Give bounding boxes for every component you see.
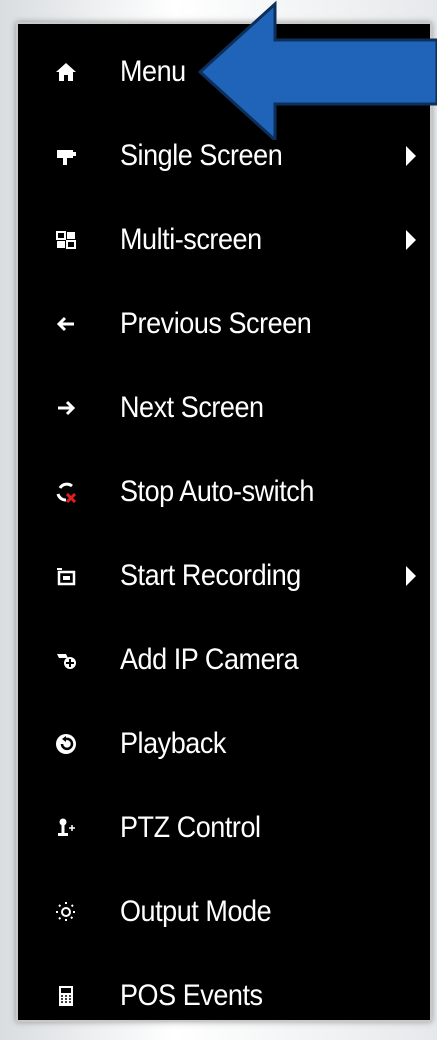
menu-item-label: Start Recording: [120, 559, 301, 592]
menu-item-label: Multi-screen: [120, 223, 262, 256]
menu-item-label: POS Events: [120, 979, 263, 1012]
home-icon: [52, 58, 80, 86]
menu-item-ptz-control[interactable]: PTZ Control: [18, 798, 430, 858]
arrow-right-icon: [52, 394, 80, 422]
menu-item-menu[interactable]: Menu: [18, 42, 430, 102]
submenu-arrow-icon: [406, 230, 416, 250]
menu-item-label: Stop Auto-switch: [120, 475, 314, 508]
arrow-left-icon: [52, 310, 80, 338]
menu-item-previous-screen[interactable]: Previous Screen: [18, 294, 430, 354]
menu-item-label: Next Screen: [120, 391, 264, 424]
pos-icon: [52, 982, 80, 1010]
menu-item-single-screen[interactable]: Single Screen: [18, 126, 430, 186]
menu-item-label: PTZ Control: [120, 811, 261, 844]
menu-item-playback[interactable]: Playback: [18, 714, 430, 774]
menu-item-label: Menu: [120, 55, 186, 88]
menu-item-label: Previous Screen: [120, 307, 312, 340]
camera-icon: [52, 142, 80, 170]
multiscreen-icon: [52, 226, 80, 254]
menu-item-next-screen[interactable]: Next Screen: [18, 378, 430, 438]
record-icon: [52, 562, 80, 590]
add-camera-icon: [52, 646, 80, 674]
menu-item-label: Output Mode: [120, 895, 272, 928]
menu-item-start-recording[interactable]: Start Recording: [18, 546, 430, 606]
submenu-arrow-icon: [406, 146, 416, 166]
menu-item-pos-events[interactable]: POS Events: [18, 966, 430, 1026]
menu-item-multi-screen[interactable]: Multi-screen: [18, 210, 430, 270]
playback-icon: [52, 730, 80, 758]
context-menu: Menu Single Screen Multi-screen Previous…: [16, 22, 432, 1022]
menu-item-label: Playback: [120, 727, 226, 760]
menu-item-stop-auto-switch[interactable]: Stop Auto-switch: [18, 462, 430, 522]
ptz-icon: [52, 814, 80, 842]
menu-item-output-mode[interactable]: Output Mode: [18, 882, 430, 942]
menu-item-add-ip-camera[interactable]: Add IP Camera: [18, 630, 430, 690]
stop-auto-switch-icon: [52, 478, 80, 506]
output-mode-icon: [52, 898, 80, 926]
submenu-arrow-icon: [406, 566, 416, 586]
menu-item-label: Add IP Camera: [120, 643, 299, 676]
menu-item-label: Single Screen: [120, 139, 283, 172]
